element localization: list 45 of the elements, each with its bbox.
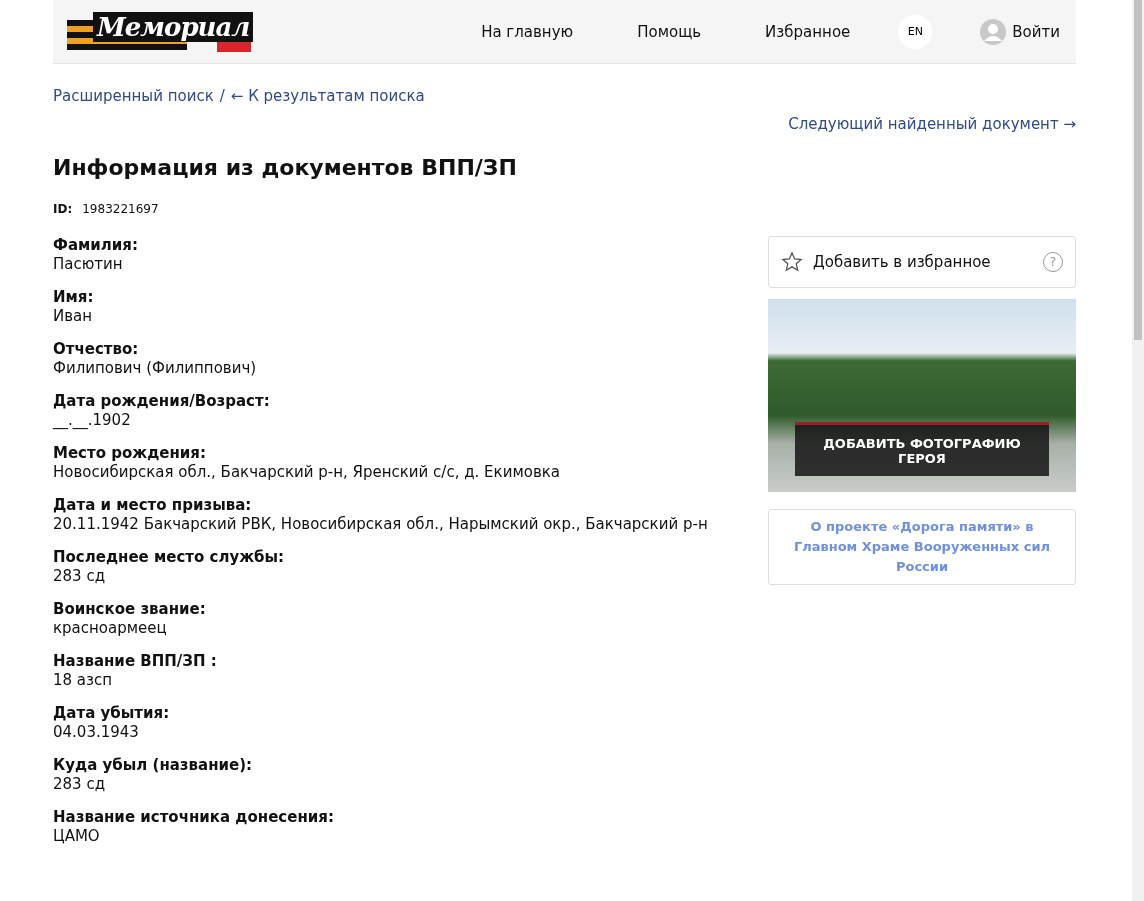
next-document-link[interactable]: Следующий найденный документ →	[788, 115, 1076, 133]
field-value: 18 азсп	[53, 671, 114, 690]
nav-link[interactable]: Помощь	[637, 22, 702, 41]
field-value: 20.11.1942 Бакчарский РВК, Новосибирская обл., Нарымский окр., Бакчарский р-н	[53, 515, 708, 534]
breadcrumb-separator: /	[219, 87, 225, 105]
nav-link[interactable]: Избранное	[765, 22, 851, 41]
nav-link[interactable]: На главную	[481, 22, 574, 41]
field-label: Имя:	[53, 288, 95, 307]
field-label: Дата и место призыва:	[53, 496, 253, 515]
language-button[interactable]: EN	[898, 14, 933, 49]
field-label: Дата убытия:	[53, 704, 171, 723]
field-label: Место рождения:	[53, 444, 207, 463]
add-hero-photo-button[interactable]: ДОБАВИТЬ ФОТОГРАФИЮ ГЕРОЯ	[795, 422, 1049, 476]
field-value: __.__.1902	[53, 411, 132, 430]
scrollbar-thumb[interactable]	[1134, 0, 1142, 340]
field-label: Дата рождения/Возраст:	[53, 392, 271, 411]
field-value: 283 сд	[53, 567, 107, 586]
field-label: Последнее место службы:	[53, 548, 286, 567]
field-label: Фамилия:	[53, 236, 139, 255]
field-label: Куда убыл (название):	[53, 756, 254, 775]
field-value: Пасютин	[53, 255, 124, 274]
field-value: Филипович (Филиппович)	[53, 359, 258, 378]
user-avatar-icon	[980, 18, 1007, 45]
star-icon	[781, 251, 803, 273]
field-label: Название ВПП/ЗП :	[53, 652, 218, 671]
id-value: 1983221697	[82, 202, 159, 216]
field-value: Иван	[53, 307, 94, 326]
page-title: Информация из документов ВПП/ЗП	[53, 155, 518, 180]
id-label: ID:	[53, 202, 73, 216]
field-value: Новосибирская обл., Бакчарский р-н, Яренский с/с, д. Екимовка	[53, 463, 561, 482]
field-label: Отчество:	[53, 340, 140, 359]
advanced-search-link[interactable]: Расширенный поиск	[53, 87, 214, 105]
field-label: Название источника донесения:	[53, 808, 335, 827]
field-value: красноармеец	[53, 619, 168, 638]
logo[interactable]: Мемориал	[67, 1, 257, 62]
field-label: Воинское звание:	[53, 600, 207, 619]
login-link[interactable]: Войти	[980, 18, 1060, 45]
field-value: 04.03.1943	[53, 723, 140, 742]
favorite-label: Добавить в избранное	[813, 253, 992, 271]
field-value: 283 сд	[53, 775, 107, 794]
scrollbar[interactable]	[1132, 0, 1144, 901]
field-value: ЦАМО	[53, 827, 101, 846]
back-to-results-link[interactable]: ← К результатам поиска	[230, 87, 425, 105]
add-to-favorites-button[interactable]: Добавить в избранное ?	[768, 236, 1076, 288]
logo-text: Мемориал	[93, 11, 254, 42]
